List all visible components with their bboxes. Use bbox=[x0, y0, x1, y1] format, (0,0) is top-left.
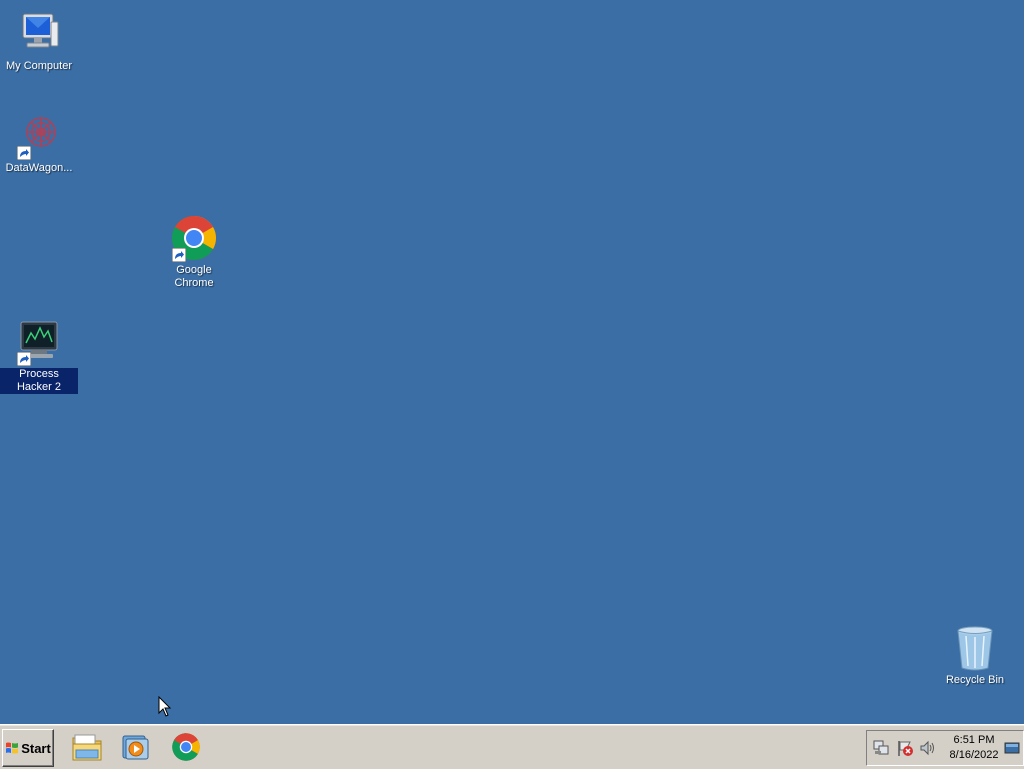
media-player-icon bbox=[122, 735, 149, 760]
shortcut-arrow-icon bbox=[17, 146, 31, 160]
desktop-icon-label: Process Hacker 2 bbox=[0, 368, 78, 394]
action-center-flag-icon[interactable] bbox=[896, 739, 914, 757]
start-label: Start bbox=[21, 740, 51, 756]
start-button[interactable]: Start bbox=[2, 729, 54, 767]
desktop-icon-google-chrome[interactable]: Google Chrome bbox=[155, 214, 233, 290]
shortcut-arrow-icon bbox=[17, 352, 31, 366]
clock-time: 6:51 PM bbox=[953, 734, 995, 746]
desktop-icon-label: DataWagon... bbox=[5, 162, 73, 174]
desktop-icon-label: Recycle Bin bbox=[945, 674, 1005, 686]
network-icon[interactable] bbox=[872, 739, 890, 757]
quicklaunch-media-player[interactable] bbox=[118, 731, 152, 763]
quicklaunch-chrome[interactable] bbox=[169, 731, 203, 763]
desktop-icon-datawagon[interactable]: DataWagon... bbox=[0, 112, 78, 175]
recycle-bin-icon bbox=[951, 624, 999, 672]
chrome-icon bbox=[172, 733, 200, 761]
clock-date: 8/16/2022 bbox=[949, 749, 999, 761]
volume-icon[interactable] bbox=[919, 739, 937, 757]
shortcut-arrow-icon bbox=[172, 248, 186, 262]
desktop-icon-recycle-bin[interactable]: Recycle Bin bbox=[936, 624, 1014, 687]
show-desktop-icon[interactable] bbox=[1004, 739, 1020, 757]
process-hacker-icon bbox=[15, 318, 63, 366]
windows-logo-icon bbox=[6, 742, 19, 754]
clock[interactable]: 6:51 PM 8/16/2022 bbox=[943, 733, 1005, 763]
file-explorer-icon bbox=[72, 734, 102, 761]
desktop-icon-process-hacker[interactable]: Process Hacker 2 bbox=[0, 318, 78, 394]
computer-icon bbox=[15, 10, 63, 58]
mouse-cursor-icon bbox=[158, 696, 172, 717]
datawagon-icon bbox=[15, 112, 63, 160]
quicklaunch-file-explorer[interactable] bbox=[70, 731, 104, 763]
desktop-icon-my-computer[interactable]: My Computer bbox=[0, 10, 78, 73]
desktop-icon-label: My Computer bbox=[5, 60, 73, 72]
desktop-icon-label: Google Chrome bbox=[174, 264, 214, 289]
system-tray: 6:51 PM 8/16/2022 bbox=[866, 730, 1024, 766]
taskbar: Start 6:51 PM 8/16/2022 bbox=[0, 724, 1024, 769]
desktop: My Computer DataWagon... Google Chrome P… bbox=[0, 0, 1024, 724]
chrome-icon bbox=[170, 214, 218, 262]
